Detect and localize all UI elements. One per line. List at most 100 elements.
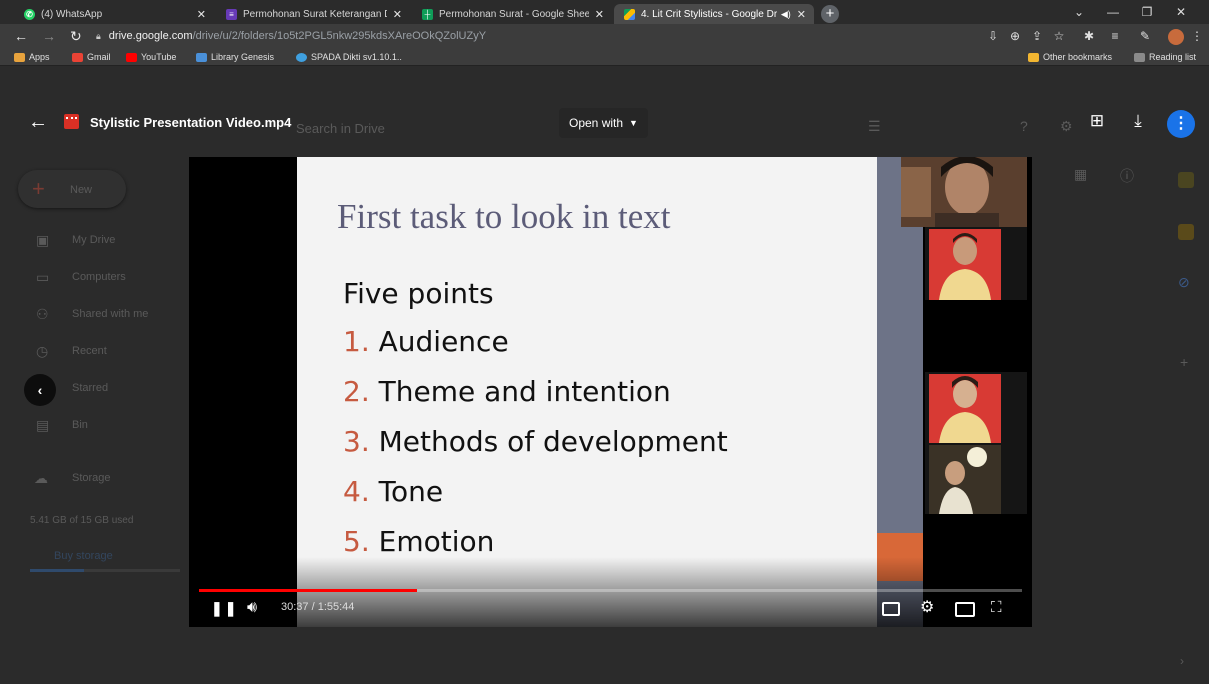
bookmark-spada[interactable]: SPADA Dikti sv1.10.1.. bbox=[296, 50, 402, 64]
bookmark-youtube[interactable]: YouTube bbox=[126, 50, 176, 64]
forms-icon: ≡ bbox=[226, 8, 237, 20]
bookmark-label: Library Genesis bbox=[211, 52, 275, 62]
bookmark-gmail[interactable]: Gmail bbox=[72, 50, 111, 64]
extensions-icon[interactable]: ✱ bbox=[1080, 28, 1098, 44]
reload-icon[interactable]: ↻ bbox=[70, 27, 82, 45]
nav-bin[interactable]: Bin bbox=[72, 419, 88, 431]
tab-sheets[interactable]: ┼ Permohonan Surat - Google Sheets ✕ bbox=[412, 4, 612, 24]
gmail-icon bbox=[72, 52, 83, 62]
miniplayer-icon[interactable] bbox=[955, 602, 975, 617]
close-tab-icon[interactable]: ✕ bbox=[393, 8, 402, 21]
my-drive-icon: ▣ bbox=[36, 232, 50, 248]
bookmark-label: Other bookmarks bbox=[1043, 52, 1113, 62]
storage-bar bbox=[30, 569, 180, 572]
new-label: New bbox=[70, 184, 93, 196]
new-tab-button[interactable]: + bbox=[821, 5, 839, 23]
tab-search-icon[interactable]: ⌄ bbox=[1064, 2, 1094, 22]
share-icon[interactable]: ⇪ bbox=[1028, 28, 1046, 44]
volume-icon[interactable]: 🔊︎ bbox=[247, 597, 257, 619]
install-icon[interactable]: ⇩ bbox=[984, 28, 1002, 44]
pause-icon[interactable]: ❚❚ bbox=[211, 597, 238, 619]
point-text: Methods of development bbox=[378, 425, 728, 458]
zoom-icon[interactable]: ⊕ bbox=[1006, 28, 1024, 44]
close-tab-icon[interactable]: ✕ bbox=[197, 8, 206, 21]
slide-point: 1. Audience bbox=[343, 325, 509, 358]
sheets-icon: ┼ bbox=[422, 8, 433, 20]
point-number: 2. bbox=[343, 375, 370, 408]
more-actions-button[interactable]: ⋮ bbox=[1167, 110, 1195, 138]
address-bar[interactable]: 🔒︎ drive.google.com /drive/u/2/folders/1… bbox=[96, 27, 976, 45]
speaker-icon[interactable]: ◀) bbox=[781, 9, 791, 20]
participant-video-1 bbox=[901, 157, 1027, 227]
nav-recent[interactable]: Recent bbox=[72, 345, 107, 357]
controls-gradient bbox=[189, 557, 1032, 627]
grid-view-icon[interactable]: ▦ bbox=[1074, 166, 1087, 183]
buy-storage-button[interactable]: Buy storage bbox=[54, 550, 113, 562]
storage-used: 5.41 GB of 15 GB used bbox=[30, 515, 134, 526]
spada-icon bbox=[296, 52, 307, 62]
point-number: 1. bbox=[343, 325, 370, 358]
minimize-button[interactable]: — bbox=[1098, 2, 1128, 22]
download-icon[interactable]: ⤓ bbox=[1126, 109, 1150, 133]
nav-shared-with-me[interactable]: Shared with me bbox=[72, 308, 148, 320]
slide-point: 3. Methods of development bbox=[343, 425, 728, 458]
slide-point: 5. Emotion bbox=[343, 525, 494, 558]
point-number: 4. bbox=[343, 475, 370, 508]
bookmark-apps[interactable]: Apps bbox=[14, 50, 50, 64]
bookmark-library-genesis[interactable]: Library Genesis bbox=[196, 50, 274, 64]
browser-menu-icon[interactable]: ⋮ bbox=[1188, 28, 1206, 44]
settings-gear-icon[interactable]: ⚙ bbox=[920, 597, 934, 619]
tab-forms[interactable]: ≡ Permohonan Surat Keterangan Dek ✕ bbox=[216, 4, 410, 24]
slide-point: 4. Tone bbox=[343, 475, 443, 508]
captions-icon[interactable] bbox=[882, 602, 900, 616]
keep-icon[interactable] bbox=[1178, 224, 1194, 240]
tasks-icon[interactable]: ⊘ bbox=[1178, 274, 1190, 291]
close-window-button[interactable]: ✕ bbox=[1166, 2, 1196, 22]
seek-bar[interactable] bbox=[199, 589, 1022, 592]
tab-strip: ✆ (4) WhatsApp ✕ ≡ Permohonan Surat Kete… bbox=[0, 0, 1209, 24]
bin-icon: ▤ bbox=[36, 417, 50, 433]
tab-whatsapp[interactable]: ✆ (4) WhatsApp ✕ bbox=[14, 4, 214, 24]
other-bookmarks[interactable]: Other bookmarks bbox=[1028, 50, 1112, 64]
tab-title: 4. Lit Crit Stylistics - Google Dri bbox=[641, 8, 777, 20]
bookmark-label: Apps bbox=[29, 52, 50, 62]
forward-icon[interactable]: → bbox=[42, 27, 56, 45]
point-number: 3. bbox=[343, 425, 370, 458]
apps-grid-icon bbox=[14, 52, 25, 62]
close-tab-icon[interactable]: ✕ bbox=[797, 8, 806, 21]
video-player[interactable]: First task to look in text Five points 1… bbox=[189, 157, 1032, 627]
fullscreen-icon[interactable]: ⛶ bbox=[991, 597, 1002, 619]
open-with-button[interactable]: Open with ▼ bbox=[559, 108, 648, 138]
slide-point: 2. Theme and intention bbox=[343, 375, 671, 408]
participant-face-1 bbox=[901, 157, 1027, 227]
add-shortcut-icon[interactable]: ⊞ bbox=[1085, 109, 1109, 133]
tab-drive[interactable]: 4. Lit Crit Stylistics - Google Dri ◀) ✕ bbox=[614, 4, 814, 24]
profile-avatar[interactable] bbox=[1168, 29, 1184, 45]
add-addon-icon[interactable]: + bbox=[1180, 354, 1188, 370]
calendar-icon[interactable] bbox=[1178, 172, 1194, 188]
cloud-icon: ☁ bbox=[34, 470, 48, 486]
close-tab-icon[interactable]: ✕ bbox=[595, 8, 604, 21]
previous-file-button[interactable]: ‹ bbox=[24, 374, 56, 406]
participant-face-3 bbox=[925, 372, 1027, 443]
participant-video-2 bbox=[925, 227, 1027, 300]
nav-computers[interactable]: Computers bbox=[72, 271, 126, 283]
nav-my-drive[interactable]: My Drive bbox=[72, 234, 115, 246]
slide-subtitle: Five points bbox=[343, 277, 494, 310]
info-icon[interactable]: ⓘ bbox=[1120, 166, 1134, 186]
bookmark-label: SPADA Dikti sv1.10.1.. bbox=[311, 52, 402, 62]
reading-list-icon bbox=[1134, 52, 1145, 62]
computers-icon: ▭ bbox=[36, 269, 50, 285]
participant-video-3 bbox=[925, 372, 1027, 443]
maximize-button[interactable]: ❐ bbox=[1132, 2, 1162, 22]
bookmark-star-icon[interactable]: ☆ bbox=[1050, 28, 1068, 44]
plus-icon: + bbox=[32, 176, 45, 201]
pin-icon[interactable]: ✎ bbox=[1136, 28, 1154, 44]
expand-panel-icon[interactable]: › bbox=[1180, 654, 1184, 668]
nav-starred[interactable]: Starred bbox=[72, 382, 108, 394]
back-icon[interactable]: ← bbox=[14, 27, 28, 45]
reading-list-icon[interactable]: ≡ bbox=[1106, 28, 1124, 44]
close-viewer-arrow-icon[interactable]: ← bbox=[28, 110, 48, 134]
point-text: Audience bbox=[378, 325, 509, 358]
reading-list[interactable]: Reading list bbox=[1134, 50, 1196, 64]
